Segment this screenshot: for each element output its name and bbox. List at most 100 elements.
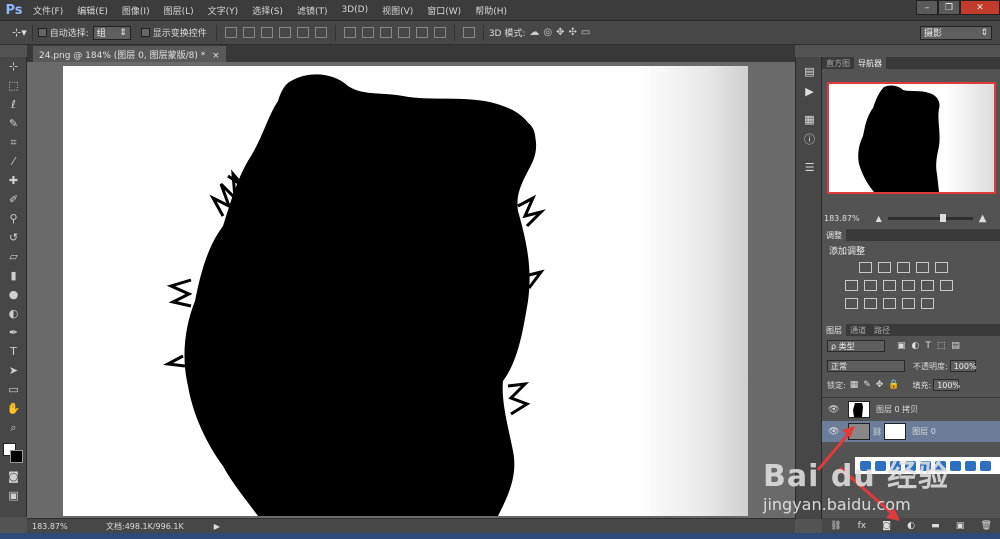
- move-tool-icon[interactable]: ⊹: [0, 57, 27, 76]
- black-white-icon[interactable]: [883, 280, 896, 291]
- close-tab-icon[interactable]: ×: [212, 51, 220, 61]
- tab-histogram[interactable]: 直方图: [822, 57, 854, 69]
- zoom-level[interactable]: 183.87%: [32, 522, 92, 531]
- workspace-dropdown[interactable]: 摄影 ⇕: [920, 25, 992, 40]
- threshold-icon[interactable]: [883, 298, 896, 309]
- brightness-icon[interactable]: [859, 262, 872, 273]
- zoom-in-icon[interactable]: ▲: [979, 213, 987, 224]
- blur-tool-icon[interactable]: ●: [0, 285, 27, 304]
- hue-saturation-icon[interactable]: [845, 280, 858, 291]
- tab-adjustments[interactable]: 调整: [822, 229, 846, 241]
- menu-type[interactable]: 文字(Y): [201, 4, 246, 17]
- auto-select-dropdown[interactable]: 组 ⇕: [92, 25, 131, 40]
- distribute-right-icon[interactable]: [433, 27, 446, 38]
- actions-panel-icon[interactable]: ▶: [796, 81, 823, 101]
- pen-tool-icon[interactable]: ✒: [0, 323, 27, 342]
- levels-icon[interactable]: [878, 262, 891, 273]
- layer-row-copy[interactable]: 👁 图层 0 拷贝: [822, 399, 1000, 420]
- navigator-preview[interactable]: [827, 82, 996, 194]
- minimize-icon[interactable]: –: [916, 0, 938, 15]
- curves-icon[interactable]: [897, 262, 910, 273]
- move-tool-icon[interactable]: ⊹▾: [12, 26, 27, 39]
- exposure-icon[interactable]: [916, 262, 929, 273]
- opacity-input[interactable]: 100%: [949, 360, 977, 372]
- path-select-icon[interactable]: ➤: [0, 361, 27, 380]
- distribute-hcenter-icon[interactable]: [415, 27, 428, 38]
- align-vcenter-icon[interactable]: [242, 27, 255, 38]
- hand-tool-icon[interactable]: ✋: [0, 399, 27, 418]
- lock-icons[interactable]: ▦✎✥🔒: [850, 380, 905, 390]
- tab-paths[interactable]: 路径: [870, 324, 894, 336]
- distribute-bottom-icon[interactable]: [379, 27, 392, 38]
- history-brush-icon[interactable]: ↺: [0, 228, 27, 247]
- eyedropper-tool-icon[interactable]: ⁄: [0, 152, 27, 171]
- quick-mask-icon[interactable]: ◙: [0, 467, 27, 486]
- menu-file[interactable]: 文件(F): [26, 4, 70, 17]
- color-lookup-icon[interactable]: [940, 280, 953, 291]
- menu-help[interactable]: 帮助(H): [468, 4, 514, 17]
- info-panel-icon[interactable]: ⓘ: [796, 129, 823, 149]
- menu-window[interactable]: 窗口(W): [420, 4, 468, 17]
- document-canvas[interactable]: [63, 66, 748, 516]
- type-tool-icon[interactable]: T: [0, 342, 27, 361]
- gradient-tool-icon[interactable]: ▮: [0, 266, 27, 285]
- fill-input[interactable]: 100%: [933, 379, 960, 391]
- rectangle-tool-icon[interactable]: ▭: [0, 380, 27, 399]
- selective-color-icon[interactable]: [921, 298, 934, 309]
- zoom-tool-icon[interactable]: ⌕: [0, 418, 27, 437]
- 3d-mode-icons[interactable]: ☁◎✥✣▭: [529, 27, 594, 38]
- brush-tool-icon[interactable]: ✐: [0, 190, 27, 209]
- menu-select[interactable]: 选择(S): [245, 4, 290, 17]
- align-left-icon[interactable]: [278, 27, 291, 38]
- healing-brush-icon[interactable]: ✚: [0, 171, 27, 190]
- tab-layers[interactable]: 图层: [822, 324, 846, 336]
- screen-mode-icon[interactable]: ▣: [0, 486, 27, 505]
- marquee-tool-icon[interactable]: ⬚: [0, 76, 27, 95]
- menu-filter[interactable]: 滤镜(T): [290, 4, 335, 17]
- distribute-top-icon[interactable]: [343, 27, 356, 38]
- menu-layer[interactable]: 图层(L): [157, 4, 201, 17]
- align-hcenter-icon[interactable]: [296, 27, 309, 38]
- gradient-map-icon[interactable]: [902, 298, 915, 309]
- history-panel-icon[interactable]: ▤: [796, 61, 823, 81]
- blend-mode-dropdown[interactable]: 正常: [827, 360, 905, 372]
- posterize-icon[interactable]: [864, 298, 877, 309]
- document-tab[interactable]: 24.png @ 184% (图层 0, 图层蒙版/8) * ×: [33, 46, 226, 62]
- dodge-tool-icon[interactable]: ◐: [0, 304, 27, 323]
- eraser-tool-icon[interactable]: ▱: [0, 247, 27, 266]
- zoom-slider-handle[interactable]: [939, 213, 946, 222]
- color-balance-icon[interactable]: [864, 280, 877, 291]
- zoom-slider[interactable]: [887, 213, 973, 222]
- trash-icon[interactable]: 🗑: [980, 521, 991, 531]
- tab-channels[interactable]: 通道: [846, 324, 870, 336]
- crop-tool-icon[interactable]: ⌗: [0, 133, 27, 152]
- distribute-left-icon[interactable]: [397, 27, 410, 38]
- restore-icon[interactable]: ❐: [938, 0, 960, 15]
- menu-3d[interactable]: 3D(D): [334, 5, 375, 15]
- invert-icon[interactable]: [845, 298, 858, 309]
- properties-panel-icon[interactable]: ☰: [796, 157, 823, 177]
- distribute-vcenter-icon[interactable]: [361, 27, 374, 38]
- auto-align-icon[interactable]: [462, 27, 475, 38]
- lasso-tool-icon[interactable]: ℓ: [0, 95, 27, 114]
- zoom-out-icon[interactable]: ▲: [876, 214, 882, 223]
- align-top-icon[interactable]: [224, 27, 237, 38]
- quick-select-tool-icon[interactable]: ✎: [0, 114, 27, 133]
- new-layer-icon[interactable]: ▣: [956, 521, 965, 531]
- swatches-panel-icon[interactable]: ▦: [796, 109, 823, 129]
- close-icon[interactable]: ✕: [960, 0, 1000, 15]
- tab-navigator[interactable]: 导航器: [854, 57, 886, 69]
- clone-stamp-icon[interactable]: ⚲: [0, 209, 27, 228]
- show-transform-checkbox[interactable]: [140, 28, 150, 37]
- color-swatches[interactable]: [0, 437, 26, 467]
- auto-select-checkbox[interactable]: [37, 28, 47, 37]
- menu-image[interactable]: 图像(I): [115, 4, 157, 17]
- align-right-icon[interactable]: [314, 27, 327, 38]
- eye-icon[interactable]: 👁: [828, 405, 840, 415]
- menu-edit[interactable]: 编辑(E): [70, 4, 115, 17]
- channel-mixer-icon[interactable]: [921, 280, 934, 291]
- background-color[interactable]: [10, 450, 23, 463]
- menu-view[interactable]: 视图(V): [375, 4, 420, 17]
- vibrance-icon[interactable]: [935, 262, 948, 273]
- new-group-icon[interactable]: ▬: [931, 521, 940, 531]
